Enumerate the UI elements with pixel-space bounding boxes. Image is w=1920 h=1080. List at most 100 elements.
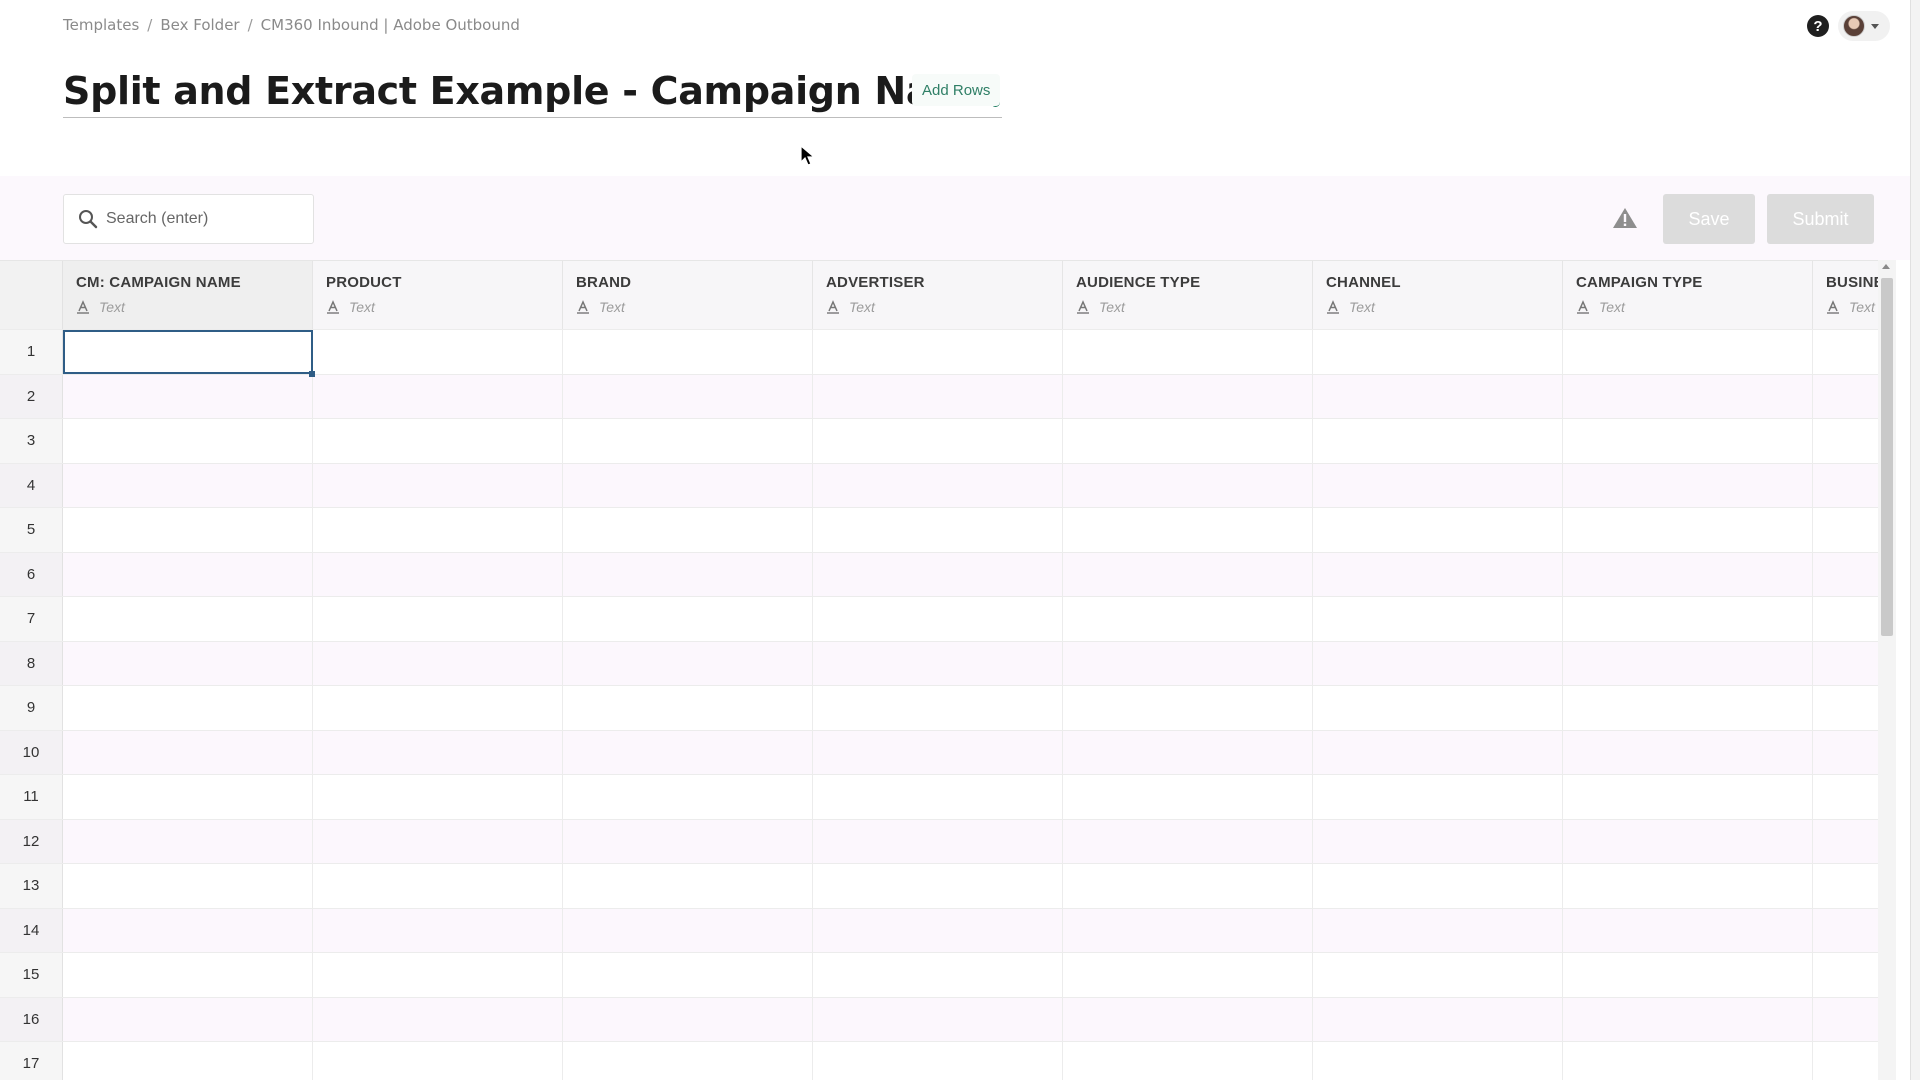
add-rows-button[interactable]: Add Rows <box>912 74 1001 106</box>
grid-cell[interactable] <box>1313 597 1563 641</box>
grid-cell[interactable] <box>813 864 1063 908</box>
grid-cell[interactable] <box>563 953 813 997</box>
grid-cell[interactable] <box>813 552 1063 596</box>
grid-cell[interactable] <box>563 374 813 418</box>
grid-cell[interactable] <box>1563 597 1813 641</box>
grid-cell[interactable] <box>563 641 813 685</box>
grid-cell[interactable] <box>1063 686 1313 730</box>
grid-cell[interactable] <box>1563 864 1813 908</box>
grid-cell[interactable] <box>1313 508 1563 552</box>
grid-cell[interactable] <box>313 819 563 863</box>
grid-cell[interactable] <box>1813 820 1878 864</box>
grid-cell[interactable] <box>1063 908 1313 952</box>
grid-cell[interactable] <box>1813 330 1878 374</box>
row-number[interactable]: 9 <box>0 686 63 730</box>
grid-cell[interactable] <box>1563 1042 1813 1080</box>
grid-cell[interactable] <box>1313 908 1563 952</box>
grid-cell[interactable] <box>1313 953 1563 997</box>
column-header-audience-type[interactable]: AUDIENCE TYPE Text <box>1063 261 1313 329</box>
grid-cell[interactable] <box>1063 730 1313 774</box>
selected-grid-cell[interactable] <box>63 330 315 376</box>
grid-cell[interactable] <box>813 997 1063 1041</box>
grid-cell[interactable] <box>1313 864 1563 908</box>
grid-cell[interactable] <box>1313 374 1563 418</box>
row-number[interactable]: 3 <box>0 419 63 463</box>
search-input[interactable] <box>106 210 306 228</box>
row-number[interactable]: 16 <box>0 997 63 1041</box>
grid-cell[interactable] <box>1313 775 1563 819</box>
grid-cell[interactable] <box>313 1042 563 1080</box>
grid-cell[interactable] <box>813 641 1063 685</box>
grid-cell[interactable] <box>563 908 813 952</box>
grid-cell[interactable] <box>1813 419 1878 463</box>
grid-cell[interactable] <box>1563 330 1813 374</box>
grid-cell[interactable] <box>63 463 313 507</box>
row-number[interactable]: 6 <box>0 552 63 596</box>
grid-cell[interactable] <box>1563 374 1813 418</box>
breadcrumb-item-current[interactable]: CM360 Inbound | Adobe Outbound <box>261 16 520 34</box>
grid-corner[interactable] <box>0 261 63 329</box>
grid-cell[interactable] <box>1313 641 1563 685</box>
grid-cell[interactable] <box>1563 819 1813 863</box>
column-header-campaign-type[interactable]: CAMPAIGN TYPE Text <box>1563 261 1813 329</box>
grid-cell[interactable] <box>813 730 1063 774</box>
grid-cell[interactable] <box>813 686 1063 730</box>
grid-cell[interactable] <box>1313 997 1563 1041</box>
grid-cell[interactable] <box>1063 330 1313 374</box>
grid-cell[interactable] <box>1313 819 1563 863</box>
row-number[interactable]: 5 <box>0 508 63 552</box>
grid-cell[interactable] <box>1063 775 1313 819</box>
grid-cell[interactable] <box>563 686 813 730</box>
grid-cell[interactable] <box>313 641 563 685</box>
page-title-field[interactable]: Split and Extract Example - Campaign Nam… <box>63 64 1003 118</box>
grid-cell[interactable] <box>1313 552 1563 596</box>
row-number[interactable]: 8 <box>0 641 63 685</box>
grid-cell[interactable] <box>1563 997 1813 1041</box>
grid-cell[interactable] <box>1063 597 1313 641</box>
grid-cell[interactable] <box>813 463 1063 507</box>
grid-cell[interactable] <box>563 463 813 507</box>
grid-cell[interactable] <box>313 463 563 507</box>
grid-cell[interactable] <box>1563 641 1813 685</box>
grid-cell[interactable] <box>63 953 313 997</box>
breadcrumb-item-bex-folder[interactable]: Bex Folder <box>160 16 239 34</box>
grid-cell[interactable] <box>1063 864 1313 908</box>
grid-cell[interactable] <box>1063 997 1313 1041</box>
grid-cell[interactable] <box>63 730 313 774</box>
grid-cell[interactable] <box>1563 686 1813 730</box>
grid-cell[interactable] <box>563 330 813 374</box>
user-menu[interactable] <box>1838 11 1890 41</box>
grid-cell[interactable] <box>1563 508 1813 552</box>
grid-cell[interactable] <box>563 419 813 463</box>
grid-cell[interactable] <box>63 819 313 863</box>
column-header-cm-campaign-name[interactable]: CM: CAMPAIGN NAME Text <box>63 261 313 329</box>
row-number[interactable]: 14 <box>0 908 63 952</box>
grid-cell[interactable] <box>1813 953 1878 997</box>
column-header-brand[interactable]: BRAND Text <box>563 261 813 329</box>
row-number[interactable]: 1 <box>0 330 63 374</box>
grid-cell[interactable] <box>313 374 563 418</box>
grid-cell[interactable] <box>813 1042 1063 1080</box>
grid-cell[interactable] <box>813 953 1063 997</box>
grid-cell[interactable] <box>813 508 1063 552</box>
row-number[interactable]: 7 <box>0 597 63 641</box>
grid-cell[interactable] <box>1563 908 1813 952</box>
submit-button[interactable]: Submit <box>1767 194 1874 244</box>
row-number[interactable]: 4 <box>0 463 63 507</box>
grid-cell[interactable] <box>63 597 313 641</box>
warning-icon[interactable] <box>1612 206 1638 230</box>
grid-cell[interactable] <box>63 864 313 908</box>
grid-cell[interactable] <box>1063 953 1313 997</box>
grid-cell[interactable] <box>1063 1042 1313 1080</box>
row-number[interactable]: 11 <box>0 775 63 819</box>
column-header-product[interactable]: PRODUCT Text <box>313 261 563 329</box>
grid-cell[interactable] <box>313 775 563 819</box>
grid-cell[interactable] <box>1813 508 1878 552</box>
grid-cell[interactable] <box>1313 419 1563 463</box>
grid-cell[interactable] <box>63 552 313 596</box>
column-header-channel[interactable]: CHANNEL Text <box>1313 261 1563 329</box>
grid-cell[interactable] <box>563 597 813 641</box>
grid-cell[interactable] <box>63 997 313 1041</box>
grid-cell[interactable] <box>1813 553 1878 597</box>
grid-cell[interactable] <box>1813 731 1878 775</box>
